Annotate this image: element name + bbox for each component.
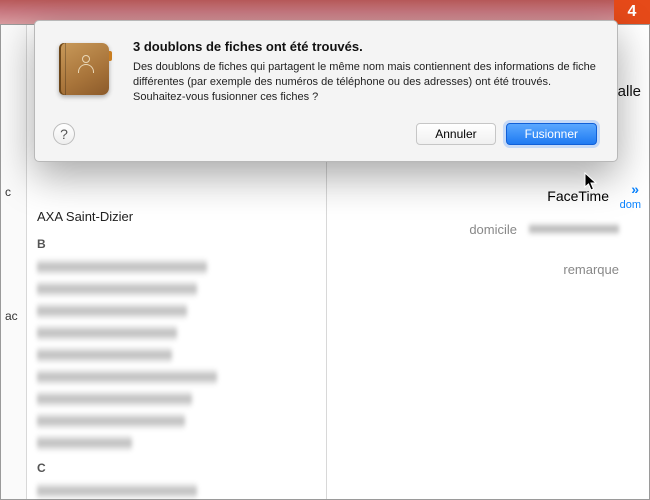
contact-title-truncated: alle xyxy=(618,83,641,100)
field-label-domicile: domicile xyxy=(469,222,517,237)
list-item[interactable] xyxy=(37,390,192,408)
step-number-badge: 4 xyxy=(614,0,650,24)
list-item[interactable] xyxy=(37,346,172,364)
sidebar-item[interactable]: ac xyxy=(1,309,26,323)
list-item[interactable] xyxy=(37,302,187,320)
cancel-button[interactable]: Annuler xyxy=(416,123,495,145)
list-item[interactable] xyxy=(37,412,185,430)
list-item[interactable] xyxy=(37,482,197,500)
facetime-label: FaceTime xyxy=(327,180,649,214)
list-item[interactable]: AXA Saint-Dizier xyxy=(27,205,326,228)
list-item[interactable] xyxy=(37,280,197,298)
list-item[interactable] xyxy=(37,258,207,276)
chevron-icon[interactable]: » xyxy=(631,181,639,197)
list-item[interactable] xyxy=(37,324,177,342)
sidebar-item[interactable]: c xyxy=(1,185,26,199)
link-truncated[interactable]: dom xyxy=(620,199,641,211)
contacts-app-icon xyxy=(55,39,115,99)
dialog-message: Des doublons de fiches qui partagent le … xyxy=(133,60,597,105)
list-item[interactable] xyxy=(37,434,132,452)
section-header: C xyxy=(27,458,326,478)
section-header: B xyxy=(27,234,326,254)
help-button[interactable]: ? xyxy=(53,123,75,145)
list-item[interactable] xyxy=(37,368,217,386)
merge-button[interactable]: Fusionner xyxy=(506,123,597,145)
sidebar: c ac xyxy=(1,25,27,499)
merge-duplicates-dialog: 3 doublons de fiches ont été trouvés. De… xyxy=(34,20,618,162)
field-label-remarque: remarque xyxy=(563,262,619,277)
field-value-redacted xyxy=(529,222,619,236)
dialog-title: 3 doublons de fiches ont été trouvés. xyxy=(133,39,597,54)
